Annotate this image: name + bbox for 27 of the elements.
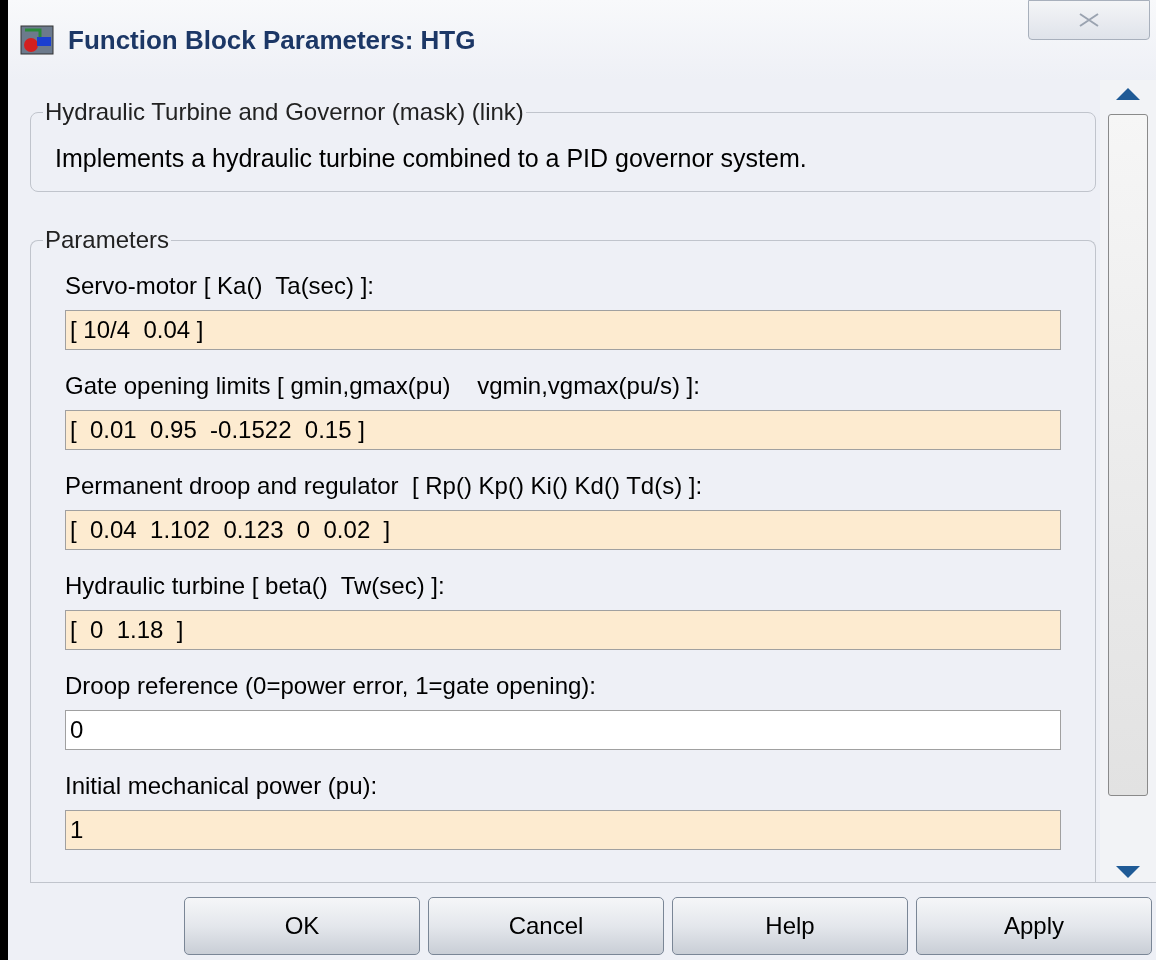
field-label: Permanent droop and regulator [ Rp() Kp() Ki() Kd() Td(s) ]:: [65, 471, 704, 501]
description-text: Implements a hydraulic turbine combined to a PID governor system.: [55, 143, 808, 174]
dialog-button[interactable]: Help: [672, 897, 908, 955]
close-button[interactable]: [1028, 0, 1150, 40]
scrollbar[interactable]: [1100, 80, 1156, 882]
group-legend: Parameters: [43, 222, 172, 258]
input-field[interactable]: 0: [65, 710, 1061, 750]
group-legend: Hydraulic Turbine and Governor (mask) (link): [43, 94, 526, 130]
field-label: Servo-motor [ Ka() Ta(sec) ]:: [65, 271, 375, 301]
dialog-button[interactable]: OK: [184, 897, 420, 955]
field-label: Hydraulic turbine [ beta() Tw(sec) ]:: [65, 571, 446, 601]
field-label: Gate opening limits [ gmin,gmax(pu) vgmin,vgmax(pu/s) ]:: [65, 371, 701, 401]
input-field[interactable]: [ 10/4 0.04 ]: [65, 310, 1061, 350]
input-field[interactable]: [ 0 1.18 ]: [65, 610, 1061, 650]
dialog-button[interactable]: Apply: [916, 897, 1152, 955]
block-icon: [20, 25, 54, 55]
input-field[interactable]: 1: [65, 810, 1061, 850]
field-label: Initial mechanical power (pu):: [65, 771, 379, 801]
scroll-down-icon[interactable]: [1116, 866, 1140, 878]
input-field[interactable]: [ 0.01 0.95 -0.1522 0.15 ]: [65, 410, 1061, 450]
scroll-up-icon[interactable]: [1116, 88, 1140, 100]
field-label: Droop reference (0=power error, 1=gate opening):: [65, 671, 597, 701]
dialog-button[interactable]: Cancel: [428, 897, 664, 955]
window-title: Function Block Parameters: HTG: [68, 23, 476, 57]
input-field[interactable]: [ 0.04 1.102 0.123 0 0.02 ]: [65, 510, 1061, 550]
close-icon: [1078, 13, 1100, 27]
scrollbar-thumb[interactable]: [1108, 114, 1148, 796]
